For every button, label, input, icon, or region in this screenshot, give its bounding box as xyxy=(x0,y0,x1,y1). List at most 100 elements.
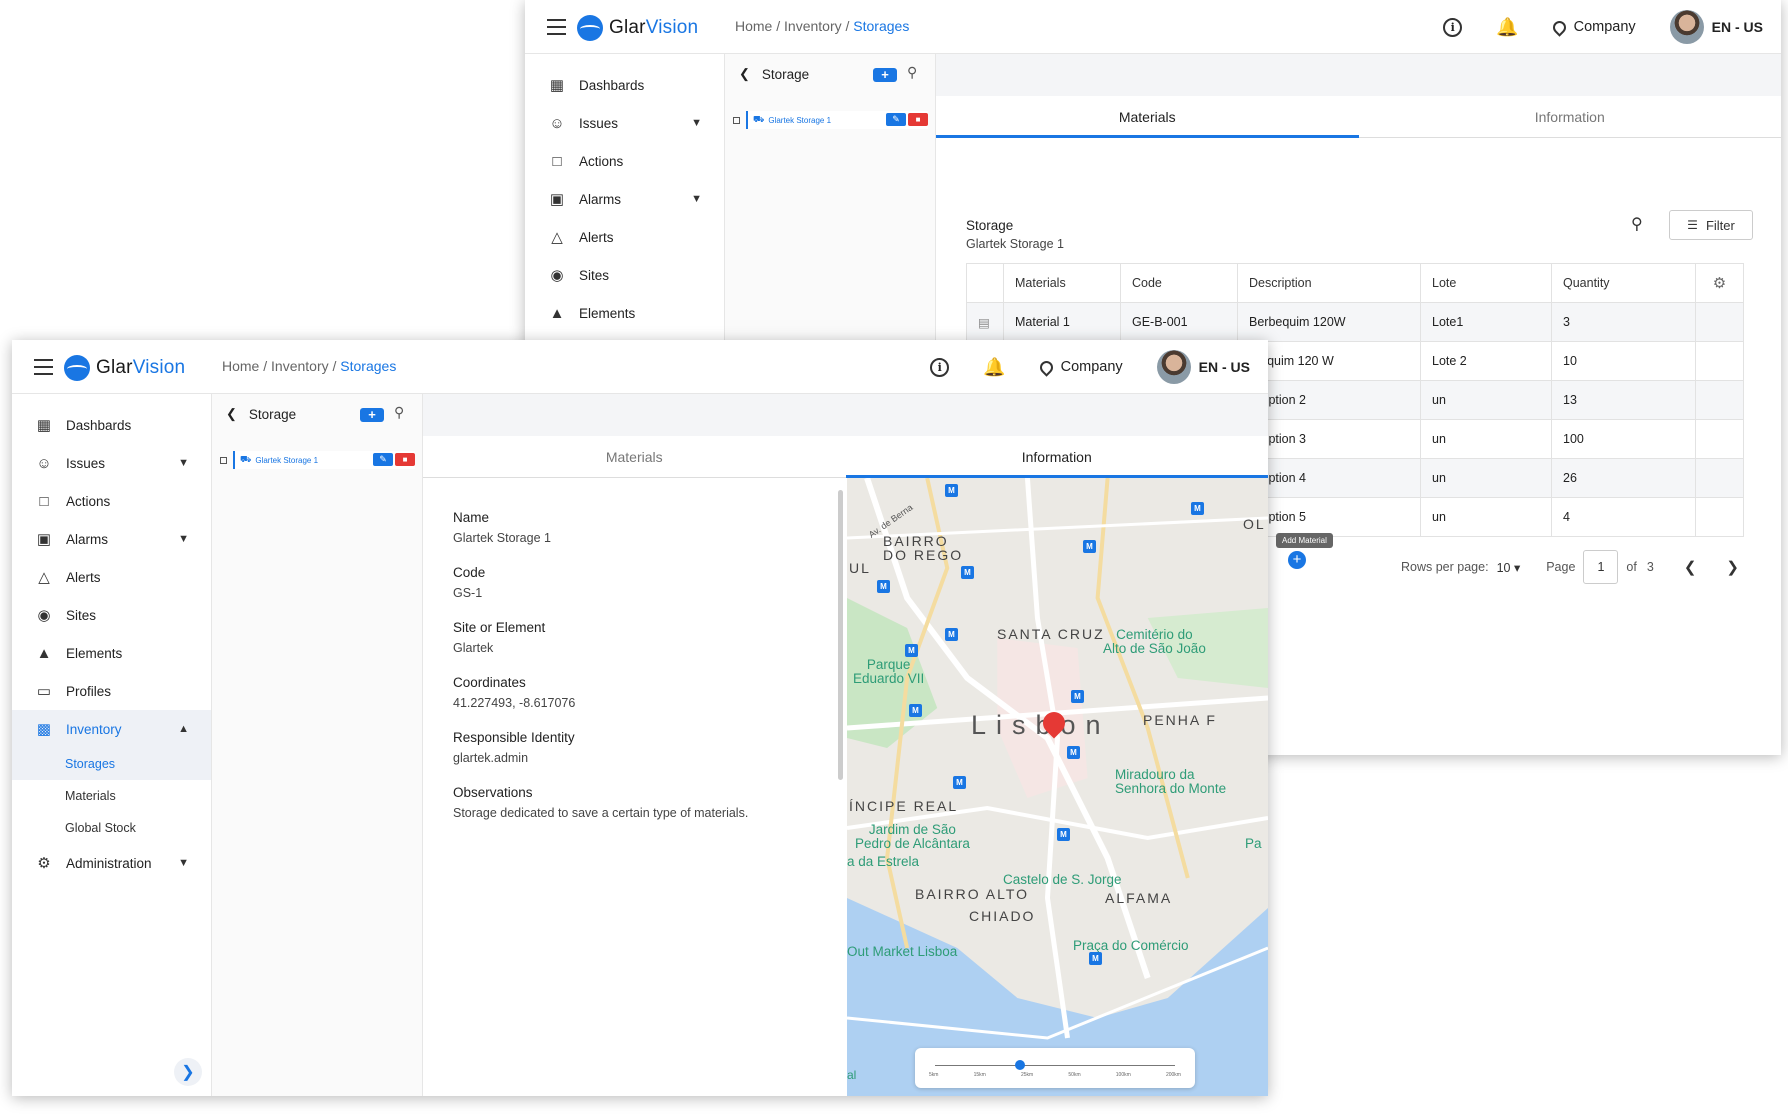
metro-icon[interactable]: M xyxy=(1089,952,1102,965)
sidebar-item-alerts[interactable]: △ Alerts xyxy=(525,218,724,256)
table-header[interactable]: Lote xyxy=(1420,263,1552,303)
sidebar-item-alarms[interactable]: ▣ Alarms ▼ xyxy=(12,520,211,558)
metro-icon[interactable]: M xyxy=(953,776,966,789)
add-storage-button[interactable]: + xyxy=(360,408,384,422)
add-storage-button[interactable]: + xyxy=(873,68,897,82)
hamburger-menu-icon[interactable] xyxy=(34,359,53,375)
filter-button[interactable]: ☰ Filter xyxy=(1669,210,1753,240)
chevron-right-icon[interactable]: ❯ xyxy=(1726,558,1739,576)
chevron-down-icon[interactable]: ▼ xyxy=(691,117,702,129)
expand-toggle[interactable] xyxy=(220,456,227,464)
scrollbar[interactable] xyxy=(838,490,843,780)
sidebar-item-alarms[interactable]: ▣ Alarms ▼ xyxy=(525,180,724,218)
edit-button[interactable]: ✎ xyxy=(373,453,393,466)
chevron-left-icon[interactable]: ❮ xyxy=(226,406,237,422)
sidebar-subitem-materials[interactable]: Materials xyxy=(12,780,211,812)
metro-icon[interactable]: M xyxy=(945,484,958,497)
zoom-scale-slider[interactable]: 5km 15km 25km 50km 100km 200km xyxy=(915,1048,1195,1088)
table-cell: Lote1 xyxy=(1420,302,1552,342)
table-header[interactable]: Code xyxy=(1120,263,1238,303)
app-logo[interactable]: GlarVision xyxy=(577,15,698,41)
delete-button[interactable]: ■ xyxy=(395,453,415,466)
sidebar-item-dashboards[interactable]: ▦ Dashbards xyxy=(525,66,724,104)
metro-icon[interactable]: M xyxy=(945,628,958,641)
edit-button[interactable]: ✎ xyxy=(886,113,906,126)
table-cell xyxy=(1695,380,1744,420)
tree-node-storage[interactable]: ⛟ Glartek Storage 1 ✎ ■ xyxy=(746,111,928,129)
metro-icon[interactable]: M xyxy=(1067,746,1080,759)
sidebar-item-elements[interactable]: ▲ Elements xyxy=(525,294,724,332)
search-icon[interactable]: ⚲ xyxy=(907,64,917,81)
sidebar-subitem-global-stock[interactable]: Global Stock xyxy=(12,812,211,844)
search-icon[interactable]: ⚲ xyxy=(394,404,404,421)
hamburger-menu-icon[interactable] xyxy=(547,19,566,35)
app-logo[interactable]: GlarVision xyxy=(64,355,185,381)
metro-icon[interactable]: M xyxy=(1071,690,1084,703)
location-map[interactable]: BAIRRO DO REGO SANTA CRUZ Cemitério do A… xyxy=(847,478,1268,1096)
sidebar-item-inventory[interactable]: ▩ Inventory ▲ xyxy=(12,710,211,748)
user-menu[interactable]: EN - US xyxy=(1669,10,1763,44)
sidebar-item-alerts[interactable]: △ Alerts xyxy=(12,558,211,596)
metro-icon[interactable]: M xyxy=(1057,828,1070,841)
sidebar-item-administration[interactable]: ⚙ Administration ▼ xyxy=(12,844,211,882)
breadcrumb-inventory[interactable]: Inventory / xyxy=(784,18,849,34)
page-input[interactable]: 1 xyxy=(1583,550,1619,584)
sidebar-item-issues[interactable]: ☺ Issues ▼ xyxy=(12,444,211,482)
sidebar-item-actions[interactable]: □ Actions xyxy=(525,142,724,180)
chevron-down-icon[interactable]: ▼ xyxy=(178,857,189,869)
scale-handle[interactable] xyxy=(1015,1060,1025,1070)
bell-icon[interactable]: 🔔 xyxy=(1496,17,1518,38)
chevron-down-icon[interactable]: ▼ xyxy=(691,193,702,205)
chevron-left-icon[interactable]: ❮ xyxy=(739,66,750,82)
total-pages: 3 xyxy=(1646,560,1654,574)
tab-materials[interactable]: Materials xyxy=(936,96,1359,138)
sidebar-item-issues[interactable]: ☺ Issues ▼ xyxy=(525,104,724,142)
expand-toggle[interactable] xyxy=(733,116,740,124)
bell-icon[interactable]: 🔔 xyxy=(983,357,1005,378)
metro-icon[interactable]: M xyxy=(1083,540,1096,553)
info-icon[interactable]: i xyxy=(1443,17,1463,37)
rows-per-page-select[interactable]: 10 ▾ xyxy=(1497,560,1521,575)
table-header-row: Materials Code Description Lote Quantity… xyxy=(966,263,1744,303)
search-icon[interactable]: ⚲ xyxy=(1631,214,1643,234)
breadcrumb-inventory[interactable]: Inventory / xyxy=(271,358,336,374)
table-header[interactable]: Description xyxy=(1237,263,1421,303)
sidebar-item-profiles[interactable]: ▭ Profiles xyxy=(12,672,211,710)
company-selector[interactable]: Company xyxy=(1549,17,1636,37)
sidebar-item-sites[interactable]: ◉ Sites xyxy=(525,256,724,294)
metro-icon[interactable]: M xyxy=(905,644,918,657)
table-header[interactable]: Materials xyxy=(1003,263,1121,303)
issues-icon: ☺ xyxy=(36,454,52,472)
sidebar-item-elements[interactable]: ▲ Elements xyxy=(12,634,211,672)
breadcrumb-home[interactable]: Home / xyxy=(222,358,267,374)
tab-materials[interactable]: Materials xyxy=(423,436,846,477)
truck-icon: ⛟ xyxy=(753,114,765,124)
chevron-down-icon[interactable]: ▼ xyxy=(178,533,189,545)
sidebar-subitem-storages[interactable]: Storages xyxy=(12,748,211,780)
metro-icon[interactable]: M xyxy=(909,704,922,717)
table-row[interactable]: ▤ Material 1 GE-B-001 Berbequim 120W Lote1 3 xyxy=(966,302,1744,342)
breadcrumb-home[interactable]: Home / xyxy=(735,18,780,34)
chevron-down-icon[interactable]: ▼ xyxy=(178,457,189,469)
tab-information[interactable]: Information xyxy=(845,436,1269,478)
metro-icon[interactable]: M xyxy=(877,580,890,593)
row-icon[interactable]: ▤ xyxy=(966,302,1004,342)
delete-button[interactable]: ■ xyxy=(908,113,928,126)
tree-node-storage[interactable]: ⛟ Glartek Storage 1 ✎ ■ xyxy=(233,451,415,469)
tab-information[interactable]: Information xyxy=(1359,96,1782,137)
metro-icon[interactable]: M xyxy=(1191,502,1204,515)
settings-icon[interactable]: ⚙ xyxy=(1695,263,1744,303)
chevron-up-icon[interactable]: ▲ xyxy=(178,723,189,735)
sidebar-item-dashboards[interactable]: ▦ Dashbards xyxy=(12,406,211,444)
metro-icon[interactable]: M xyxy=(961,566,974,579)
sidebar-item-sites[interactable]: ◉ Sites xyxy=(12,596,211,634)
expand-sidebar-button[interactable]: ❯ xyxy=(174,1058,202,1086)
map-pin-icon: ◉ xyxy=(550,267,564,284)
user-menu[interactable]: EN - US xyxy=(1156,350,1250,384)
add-material-button[interactable]: + xyxy=(1288,551,1306,569)
sidebar-item-actions[interactable]: □ Actions xyxy=(12,482,211,520)
company-selector[interactable]: Company xyxy=(1036,357,1123,377)
info-icon[interactable]: i xyxy=(930,357,950,377)
chevron-left-icon[interactable]: ❮ xyxy=(1684,558,1697,576)
table-header[interactable]: Quantity xyxy=(1551,263,1696,303)
